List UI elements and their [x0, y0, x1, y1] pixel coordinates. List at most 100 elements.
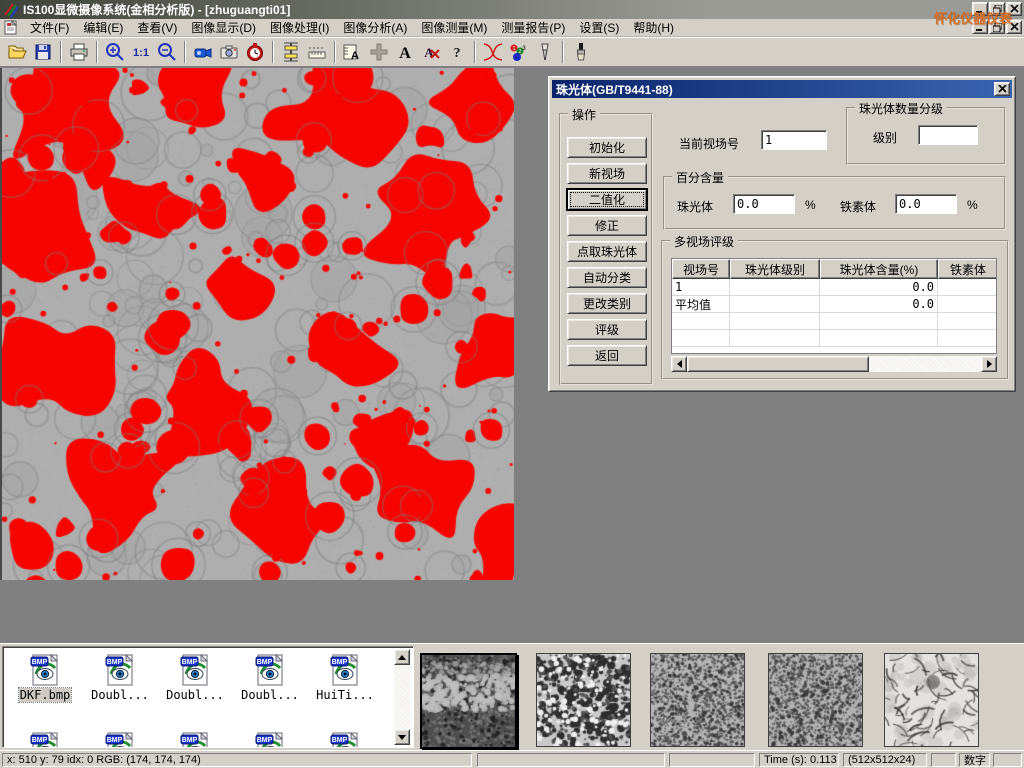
metallographic-image-binarized[interactable]	[0, 68, 514, 580]
file-name[interactable]: Doubl...	[90, 688, 150, 702]
timer-button[interactable]	[242, 39, 268, 65]
file-item[interactable]: BMP Doubl...	[159, 652, 231, 702]
grading-group: 珠光体数量分级 级别	[846, 107, 1006, 165]
menu-view[interactable]: 查看(V)	[130, 18, 184, 37]
menu-settings[interactable]: 设置(S)	[572, 18, 626, 37]
video-camera-button[interactable]	[190, 39, 216, 65]
level-input[interactable]	[918, 125, 978, 145]
scrollbar-thumb[interactable]	[687, 356, 869, 372]
help-button[interactable]: ?	[444, 39, 470, 65]
file-item[interactable]: BMP Doubl...	[234, 652, 306, 702]
initialize-button[interactable]: 初始化	[567, 137, 647, 158]
current-field-input[interactable]: 1	[761, 130, 827, 150]
svg-text:BMP: BMP	[332, 737, 348, 744]
file-list[interactable]: BMP DKF.bmp BMP Doubl... BMP Doubl... BM…	[2, 646, 414, 748]
rate-button[interactable]: 评级	[567, 319, 647, 340]
dialog-title-bar[interactable]: 珠光体(GB/T9441-88)	[552, 80, 1012, 98]
menu-measure-report[interactable]: 测量报告(P)	[494, 18, 572, 37]
return-button[interactable]: 返回	[567, 345, 647, 366]
menu-file[interactable]: 文件(F)	[23, 18, 76, 37]
count-points-button[interactable]: 123	[506, 39, 532, 65]
col-field-number[interactable]: 视场号	[672, 259, 730, 279]
thumbnail-dark-banded[interactable]	[420, 653, 517, 749]
brush-tool-button[interactable]	[568, 39, 594, 65]
thumbnail-graphite-flakes[interactable]	[884, 653, 979, 747]
thumbnail-fine-speckle-a[interactable]	[650, 653, 745, 747]
caliper-vertical-button[interactable]	[278, 39, 304, 65]
svg-text:2: 2	[519, 49, 522, 55]
text-annotate-button[interactable]: A	[392, 39, 418, 65]
col-pearlite-content[interactable]: 珠光体含量(%)	[820, 259, 938, 279]
col-pearlite-level[interactable]: 珠光体级别	[730, 259, 820, 279]
toolbar-separator	[334, 41, 336, 63]
document-icon[interactable]	[3, 20, 19, 35]
file-item[interactable]: BMP	[234, 730, 306, 748]
pick-pearlite-button[interactable]: 点取珠光体	[567, 241, 647, 262]
pearlite-percent-input[interactable]: 0.0	[733, 194, 795, 214]
menu-help[interactable]: 帮助(H)	[626, 18, 681, 37]
print-button[interactable]	[66, 39, 92, 65]
correct-button[interactable]: 修正	[567, 215, 647, 236]
file-item[interactable]: BMP	[309, 730, 381, 748]
open-folder-button[interactable]	[4, 39, 30, 65]
col-ferrite[interactable]: 铁素体	[938, 259, 997, 279]
file-item[interactable]: BMP	[159, 730, 231, 748]
file-item[interactable]: BMP DKF.bmp	[9, 652, 81, 702]
scroll-right-button[interactable]	[981, 356, 997, 372]
menu-edit[interactable]: 编辑(E)	[76, 18, 130, 37]
title-bar: IS100显微摄像系统(金相分析版) - [zhuguangti01]	[0, 0, 1024, 19]
new-field-button[interactable]: 新视场	[567, 163, 647, 184]
file-name[interactable]: HuiTi...	[315, 688, 375, 702]
level-label: 级别	[873, 129, 897, 146]
file-list-scrollbar[interactable]	[394, 649, 411, 745]
text-delete-button[interactable]: A	[418, 39, 444, 65]
cell-field-number: 1	[672, 279, 730, 295]
dialog-close-button[interactable]	[994, 82, 1010, 96]
auto-classify-button[interactable]: 自动分类	[567, 267, 647, 288]
bmp-file-icon: BMP	[328, 730, 362, 748]
file-item[interactable]: BMP Doubl...	[84, 652, 156, 702]
thumbnail-fine-speckle-b[interactable]	[768, 653, 863, 747]
binarize-button[interactable]: 二值化	[567, 189, 647, 210]
file-item[interactable]: BMP	[9, 730, 81, 748]
menu-image-processing[interactable]: 图像处理(I)	[263, 18, 336, 37]
table-horizontal-scrollbar[interactable]	[671, 356, 997, 372]
file-name[interactable]: Doubl...	[165, 688, 225, 702]
cell-ferrite	[938, 279, 997, 295]
save-button[interactable]	[30, 39, 56, 65]
menu-image-display[interactable]: 图像显示(D)	[184, 18, 263, 37]
cell-pearlite-content: 0.0	[820, 279, 938, 295]
menu-image-measure[interactable]: 图像测量(M)	[414, 18, 494, 37]
bmp-file-icon: BMP	[178, 652, 212, 688]
zoom-in-button[interactable]	[102, 39, 128, 65]
zoom-out-button[interactable]	[154, 39, 180, 65]
scroll-up-button[interactable]	[394, 649, 410, 665]
table-row[interactable]: 1 0.0	[672, 279, 996, 296]
file-name[interactable]: DKF.bmp	[19, 688, 72, 702]
scroll-left-button[interactable]	[671, 356, 687, 372]
scroll-down-button[interactable]	[394, 729, 410, 745]
file-name[interactable]: Doubl...	[240, 688, 300, 702]
ruler-horizontal-button[interactable]	[304, 39, 330, 65]
table-row[interactable]: 平均值 0.0	[672, 296, 996, 313]
svg-text:BMP: BMP	[107, 659, 123, 666]
svg-text:BMP: BMP	[182, 737, 198, 744]
snapshot-camera-button[interactable]	[216, 39, 242, 65]
scrollbar-track[interactable]	[687, 356, 981, 372]
change-class-button[interactable]: 更改类别	[567, 293, 647, 314]
rating-table[interactable]: 视场号 珠光体级别 珠光体含量(%) 铁素体 1 0.0 平均值	[671, 258, 997, 354]
svg-text:BMP: BMP	[32, 659, 48, 666]
operations-group: 操作 初始化 新视场 二值化 修正 点取珠光体 自动分类 更改类别 评级 返回	[559, 113, 653, 385]
calibrate-ruler-button[interactable]: A	[340, 39, 366, 65]
svg-text:BMP: BMP	[182, 659, 198, 666]
menu-image-analysis[interactable]: 图像分析(A)	[336, 18, 414, 37]
ferrite-percent-input[interactable]: 0.0	[895, 194, 957, 214]
file-item[interactable]: BMP	[84, 730, 156, 748]
file-item[interactable]: BMP HuiTi...	[309, 652, 381, 702]
pen-tool-button[interactable]	[532, 39, 558, 65]
multi-field-group-label: 多视场评级	[670, 233, 738, 250]
thumbnail-high-contrast[interactable]	[536, 653, 631, 747]
move-cross-button[interactable]	[366, 39, 392, 65]
actual-size-button[interactable]: 1:1	[128, 39, 154, 65]
curve-tool-button[interactable]	[480, 39, 506, 65]
